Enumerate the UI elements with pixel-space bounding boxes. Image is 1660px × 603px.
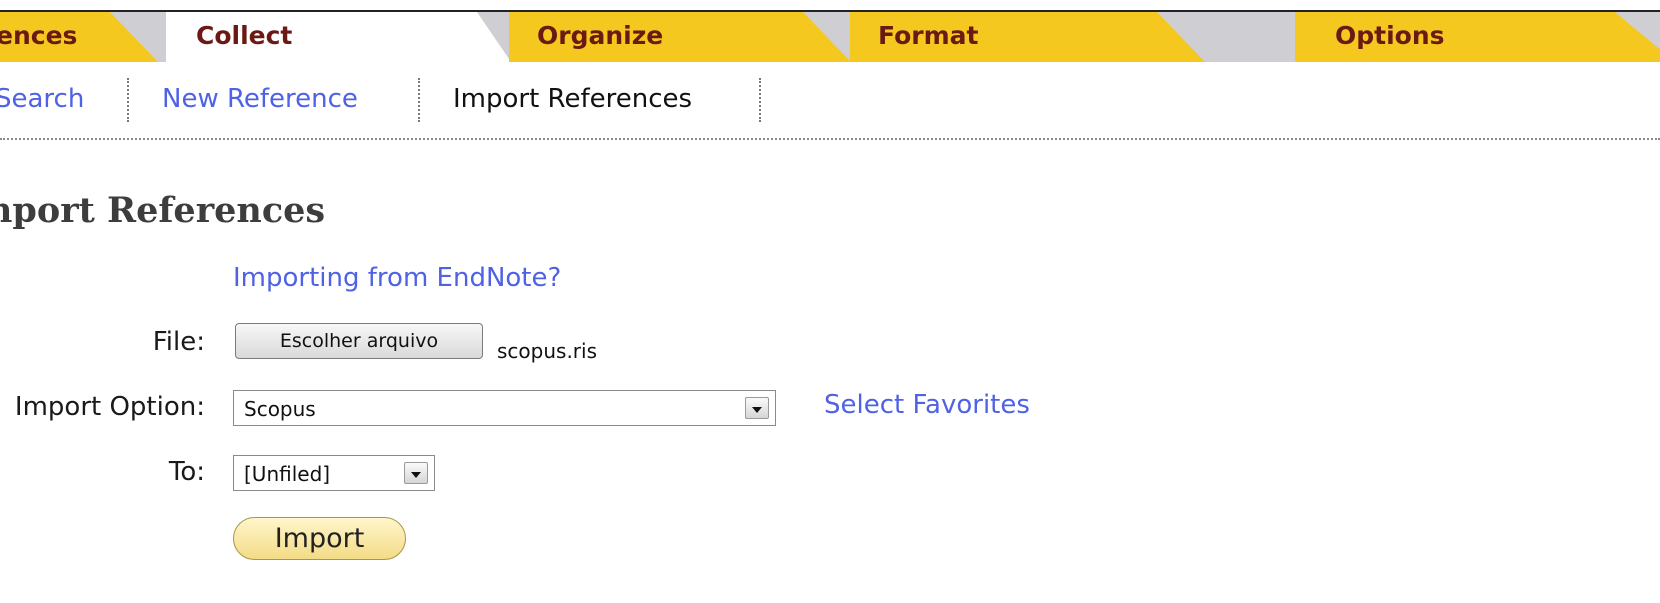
tab-references-label: ences — [0, 21, 78, 50]
sub-navigation: Search New Reference Import References — [0, 62, 1660, 141]
to-label: To: — [168, 457, 205, 487]
tab-format-label: Format — [878, 21, 979, 50]
selected-file-name: scopus.ris — [497, 339, 597, 363]
dropdown-arrow-icon[interactable] — [404, 462, 428, 484]
tab-collect-label: Collect — [196, 21, 293, 50]
tab-format[interactable]: Format — [850, 12, 1205, 62]
tab-options[interactable]: Options — [1295, 12, 1660, 62]
tab-organize[interactable]: Organize — [509, 12, 851, 62]
subnav-divider — [0, 138, 1660, 140]
import-option-select[interactable]: Scopus — [233, 390, 776, 426]
importing-from-endnote-link[interactable]: Importing from EndNote? — [233, 263, 561, 293]
choose-file-button[interactable]: Escolher arquivo — [235, 323, 483, 359]
import-option-value: Scopus — [244, 397, 316, 421]
subnav-separator — [759, 78, 761, 122]
file-label: File: — [152, 327, 205, 357]
dropdown-arrow-icon[interactable] — [745, 397, 769, 419]
tab-options-label: Options — [1335, 21, 1445, 50]
main-tab-bar: ences Collect Organize Format Options — [0, 12, 1660, 62]
subnav-import-references-current: Import References — [453, 84, 693, 114]
destination-group-value: [Unfiled] — [244, 462, 331, 486]
subnav-separator — [127, 78, 129, 122]
subnav-new-reference-link[interactable]: New Reference — [162, 84, 358, 114]
subnav-separator — [418, 78, 420, 122]
import-button[interactable]: Import — [233, 517, 406, 560]
subnav-search-link[interactable]: Search — [0, 84, 84, 114]
select-favorites-link[interactable]: Select Favorites — [824, 390, 1030, 420]
destination-group-select[interactable]: [Unfiled] — [233, 455, 435, 491]
import-option-label: Import Option: — [14, 392, 205, 422]
tab-references[interactable]: ences — [0, 12, 158, 62]
tab-organize-label: Organize — [537, 21, 664, 50]
tab-collect[interactable]: Collect — [166, 12, 511, 62]
page-title: Import References — [0, 190, 326, 231]
